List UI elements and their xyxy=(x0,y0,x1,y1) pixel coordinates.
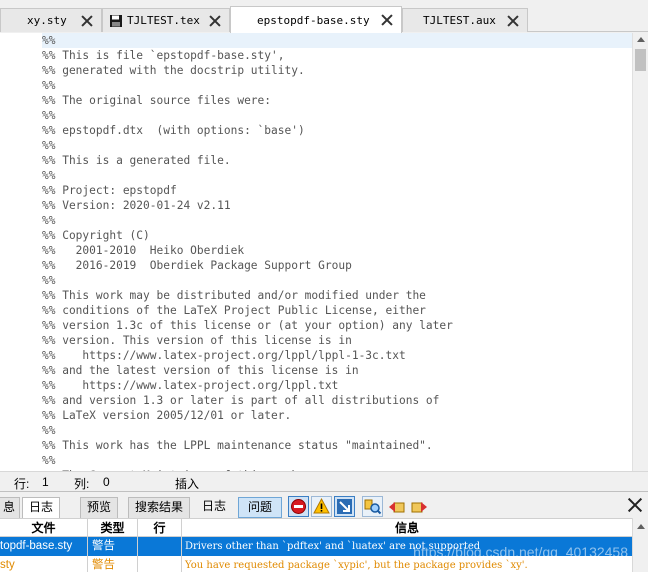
cell-file: sty xyxy=(0,556,88,572)
goto-button[interactable] xyxy=(334,496,355,517)
editor-tab-bar: xy.sty TJLTEST.tex epstopdf-base.sty TJL… xyxy=(0,0,648,33)
tab-label: xy.sty xyxy=(27,14,67,27)
column-header-line[interactable]: 行 xyxy=(138,519,182,537)
row-label: 行: xyxy=(14,477,30,491)
column-header-file[interactable]: 文件 xyxy=(0,519,88,537)
code-line[interactable]: %% https://www.latex-project.org/lppl/lp… xyxy=(42,348,406,363)
code-line[interactable]: %% xyxy=(42,273,55,288)
code-line[interactable]: %% xyxy=(42,213,55,228)
close-icon[interactable] xyxy=(381,14,393,26)
code-line[interactable]: %% xyxy=(42,33,632,48)
code-line[interactable]: %% Version: 2020-01-24 v2.11 xyxy=(42,198,231,213)
tab-label: TJLTEST.tex xyxy=(127,14,200,27)
col-value: 0 xyxy=(103,475,110,489)
next-button[interactable] xyxy=(410,498,428,516)
tab-label: epstopdf-base.sty xyxy=(257,13,370,27)
cell-line xyxy=(138,537,182,556)
column-header-message[interactable]: 信息 xyxy=(182,519,632,537)
code-line[interactable]: %% xyxy=(42,423,55,438)
cell-line xyxy=(138,556,182,572)
search-filter-button[interactable] xyxy=(362,496,383,517)
tab-log[interactable]: 日志 xyxy=(22,497,61,518)
line-gutter xyxy=(0,33,40,471)
column-header-type[interactable]: 类型 xyxy=(88,519,138,537)
close-icon[interactable] xyxy=(507,15,519,27)
tab-xy-sty[interactable]: xy.sty xyxy=(0,8,102,32)
cell-file: topdf-base.sty xyxy=(0,537,88,556)
code-line[interactable]: %% and version 1.3 or later is part of a… xyxy=(42,393,439,408)
close-icon[interactable] xyxy=(628,498,642,512)
code-editor[interactable]: %%%% This is file `epstopdf-base.sty',%%… xyxy=(0,33,648,471)
watermark: https://blog.csdn.net/qq_40132458 xyxy=(413,544,628,560)
floppy-disk-icon xyxy=(110,14,122,27)
search-filter-icon xyxy=(364,499,382,515)
code-line[interactable]: %% xyxy=(42,138,55,153)
problems-label[interactable]: 问题 xyxy=(238,497,282,518)
code-line[interactable]: %% This work has the LPPL maintenance st… xyxy=(42,438,433,453)
code-line[interactable]: %% This work may be distributed and/or m… xyxy=(42,288,426,303)
table-header: 文件 类型 行 信息 xyxy=(0,518,632,537)
code-line[interactable]: %% https://www.latex-project.org/lppl.tx… xyxy=(42,378,338,393)
status-bar: 行: 1 列: 0 插入 xyxy=(0,471,648,491)
prev-icon xyxy=(389,502,405,513)
vertical-scrollbar[interactable] xyxy=(632,33,648,471)
code-line[interactable]: %% version. This version of this license… xyxy=(42,333,352,348)
code-line[interactable]: %% This is a generated file. xyxy=(42,153,231,168)
panel-vertical-scrollbar[interactable] xyxy=(632,518,648,572)
code-line[interactable]: %% conditions of the LaTeX Project Publi… xyxy=(42,303,426,318)
error-filter-icon xyxy=(291,499,306,514)
tab-label: TJLTEST.aux xyxy=(423,14,496,27)
code-line[interactable]: %% generated with the docstrip utility. xyxy=(42,63,305,78)
warning-filter-icon xyxy=(313,497,330,514)
next-icon xyxy=(411,502,427,513)
tab-preview[interactable]: 预览 xyxy=(80,497,119,518)
code-line[interactable]: %% Project: epstopdf xyxy=(42,183,177,198)
code-line[interactable]: %% xyxy=(42,78,55,93)
warning-filter-button[interactable] xyxy=(311,496,332,517)
cell-type: 警告 xyxy=(88,556,138,572)
goto-icon xyxy=(337,499,352,514)
code-line[interactable]: %% epstopdf.dtx (with options: `base') xyxy=(42,123,305,138)
tab-messages[interactable]: 息 xyxy=(0,497,20,518)
code-line[interactable]: %% Copyright (C) xyxy=(42,228,150,243)
insert-mode: 插入 xyxy=(175,477,200,491)
prev-button[interactable] xyxy=(388,498,406,516)
error-filter-button[interactable] xyxy=(288,496,309,517)
tab-epstopdf-base-sty[interactable]: epstopdf-base.sty xyxy=(230,6,402,33)
close-icon[interactable] xyxy=(81,15,93,27)
tab-tjltest-aux[interactable]: TJLTEST.aux xyxy=(402,8,528,32)
col-label: 列: xyxy=(74,477,90,491)
code-line[interactable]: %% This is file `epstopdf-base.sty', xyxy=(42,48,284,63)
log-label[interactable]: 日志 xyxy=(198,497,230,518)
code-line[interactable]: %% version 1.3c of this license or (at y… xyxy=(42,318,453,333)
code-line[interactable]: %% 2001-2010 Heiko Oberdiek xyxy=(42,243,244,258)
scroll-up-icon[interactable] xyxy=(637,524,645,529)
code-line[interactable]: %% xyxy=(42,168,55,183)
close-icon[interactable] xyxy=(209,15,221,27)
code-area[interactable]: %%%% This is file `epstopdf-base.sty',%%… xyxy=(42,33,632,471)
row-value: 1 xyxy=(42,475,49,489)
scroll-up-icon[interactable] xyxy=(637,37,645,42)
code-line[interactable]: %% The original source files were: xyxy=(42,93,271,108)
code-line[interactable]: %% xyxy=(42,453,55,468)
code-line[interactable]: %% xyxy=(42,108,55,123)
code-line[interactable]: %% LaTeX version 2005/12/01 or later. xyxy=(42,408,291,423)
tab-search-results[interactable]: 搜索结果 xyxy=(128,497,191,518)
scrollbar-thumb[interactable] xyxy=(635,49,646,71)
tab-tjltest-tex[interactable]: TJLTEST.tex xyxy=(102,8,230,32)
code-line[interactable]: %% 2016-2019 Oberdiek Package Support Gr… xyxy=(42,258,352,273)
code-line[interactable]: %% and the latest version of this licens… xyxy=(42,363,359,378)
cell-type: 警告 xyxy=(88,537,138,556)
